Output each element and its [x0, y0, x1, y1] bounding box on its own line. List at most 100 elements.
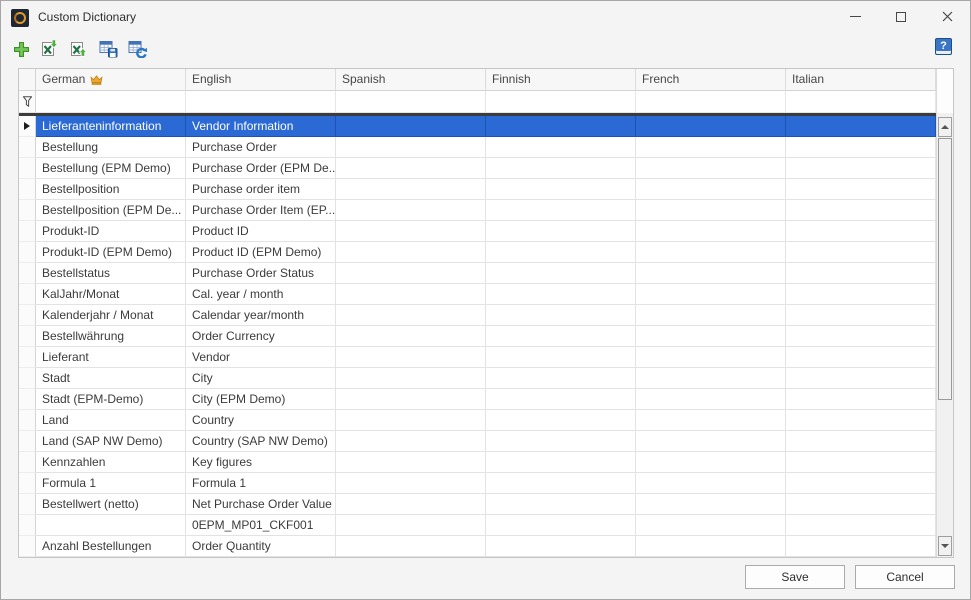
cell-italian[interactable]: [786, 389, 936, 410]
row-indicator-cell[interactable]: [19, 200, 36, 221]
cell-german[interactable]: Kennzahlen: [36, 452, 186, 473]
import-excel-button[interactable]: [39, 37, 61, 61]
cell-spanish[interactable]: [336, 494, 486, 515]
cell-italian[interactable]: [786, 137, 936, 158]
cell-english[interactable]: Product ID (EPM Demo): [186, 242, 336, 263]
cell-german[interactable]: Bestellstatus: [36, 263, 186, 284]
cell-spanish[interactable]: [336, 137, 486, 158]
cell-spanish[interactable]: [336, 242, 486, 263]
cell-finnish[interactable]: [486, 494, 636, 515]
cell-english[interactable]: City: [186, 368, 336, 389]
cell-german[interactable]: Bestellung (EPM Demo): [36, 158, 186, 179]
cell-finnish[interactable]: [486, 473, 636, 494]
cell-italian[interactable]: [786, 116, 936, 137]
row-indicator-cell[interactable]: [19, 263, 36, 284]
cell-italian[interactable]: [786, 347, 936, 368]
scrollbar-track[interactable]: [937, 113, 953, 557]
cell-german[interactable]: Bestellposition (EPM De...: [36, 200, 186, 221]
cell-french[interactable]: [636, 200, 786, 221]
cell-french[interactable]: [636, 431, 786, 452]
cell-english[interactable]: Product ID: [186, 221, 336, 242]
cell-italian[interactable]: [786, 179, 936, 200]
cell-german[interactable]: Land: [36, 410, 186, 431]
cell-finnish[interactable]: [486, 536, 636, 557]
cell-finnish[interactable]: [486, 221, 636, 242]
cell-english[interactable]: Key figures: [186, 452, 336, 473]
scrollbar-thumb[interactable]: [938, 138, 952, 400]
cell-finnish[interactable]: [486, 158, 636, 179]
scroll-up-button[interactable]: [938, 117, 952, 137]
cell-finnish[interactable]: [486, 431, 636, 452]
row-indicator-cell[interactable]: [19, 389, 36, 410]
cell-finnish[interactable]: [486, 389, 636, 410]
filter-cell-german[interactable]: [36, 91, 186, 113]
cell-finnish[interactable]: [486, 137, 636, 158]
cell-french[interactable]: [636, 326, 786, 347]
filter-cell-spanish[interactable]: [336, 91, 486, 113]
cell-italian[interactable]: [786, 221, 936, 242]
cancel-button[interactable]: Cancel: [855, 565, 955, 589]
cell-italian[interactable]: [786, 410, 936, 431]
cell-spanish[interactable]: [336, 389, 486, 410]
cell-french[interactable]: [636, 284, 786, 305]
scroll-down-button[interactable]: [938, 536, 952, 556]
cell-italian[interactable]: [786, 431, 936, 452]
column-header-french[interactable]: French: [636, 69, 786, 91]
cell-german[interactable]: Lieferant: [36, 347, 186, 368]
row-indicator-cell[interactable]: [19, 284, 36, 305]
cell-french[interactable]: [636, 494, 786, 515]
cell-finnish[interactable]: [486, 368, 636, 389]
cell-french[interactable]: [636, 368, 786, 389]
cell-french[interactable]: [636, 179, 786, 200]
cell-finnish[interactable]: [486, 452, 636, 473]
cell-finnish[interactable]: [486, 179, 636, 200]
cell-german[interactable]: Lieferanteninformation: [36, 116, 186, 137]
row-indicator-cell[interactable]: [19, 221, 36, 242]
cell-finnish[interactable]: [486, 347, 636, 368]
cell-spanish[interactable]: [336, 305, 486, 326]
row-indicator-cell[interactable]: [19, 305, 36, 326]
cell-german[interactable]: Bestellwert (netto): [36, 494, 186, 515]
cell-english[interactable]: Calendar year/month: [186, 305, 336, 326]
cell-english[interactable]: Purchase order item: [186, 179, 336, 200]
cell-german[interactable]: KalJahr/Monat: [36, 284, 186, 305]
cell-spanish[interactable]: [336, 410, 486, 431]
cell-german[interactable]: Produkt-ID: [36, 221, 186, 242]
row-indicator-cell[interactable]: [19, 179, 36, 200]
row-indicator-cell[interactable]: [19, 452, 36, 473]
cell-french[interactable]: [636, 221, 786, 242]
cell-italian[interactable]: [786, 452, 936, 473]
cell-finnish[interactable]: [486, 116, 636, 137]
cell-german[interactable]: Formula 1: [36, 473, 186, 494]
cell-english[interactable]: Vendor: [186, 347, 336, 368]
cell-french[interactable]: [636, 242, 786, 263]
cell-spanish[interactable]: [336, 473, 486, 494]
maximize-button[interactable]: [878, 1, 924, 32]
export-excel-button[interactable]: [68, 37, 90, 61]
cell-spanish[interactable]: [336, 536, 486, 557]
cell-french[interactable]: [636, 515, 786, 536]
cell-french[interactable]: [636, 389, 786, 410]
cell-english[interactable]: Purchase Order Item (EP...: [186, 200, 336, 221]
cell-french[interactable]: [636, 452, 786, 473]
cell-french[interactable]: [636, 137, 786, 158]
cell-french[interactable]: [636, 305, 786, 326]
column-header-english[interactable]: English: [186, 69, 336, 91]
row-indicator-cell[interactable]: [19, 116, 36, 137]
cell-spanish[interactable]: [336, 326, 486, 347]
add-entry-button[interactable]: [10, 37, 32, 61]
row-indicator-cell[interactable]: [19, 326, 36, 347]
cell-italian[interactable]: [786, 305, 936, 326]
column-header-finnish[interactable]: Finnish: [486, 69, 636, 91]
cell-french[interactable]: [636, 116, 786, 137]
cell-french[interactable]: [636, 347, 786, 368]
row-indicator-cell[interactable]: [19, 494, 36, 515]
column-header-spanish[interactable]: Spanish: [336, 69, 486, 91]
cell-finnish[interactable]: [486, 200, 636, 221]
cell-german[interactable]: [36, 515, 186, 536]
cell-english[interactable]: Cal. year / month: [186, 284, 336, 305]
cell-german[interactable]: Land (SAP NW Demo): [36, 431, 186, 452]
cell-german[interactable]: Anzahl Bestellungen: [36, 536, 186, 557]
row-indicator-cell[interactable]: [19, 473, 36, 494]
filter-cell-english[interactable]: [186, 91, 336, 113]
